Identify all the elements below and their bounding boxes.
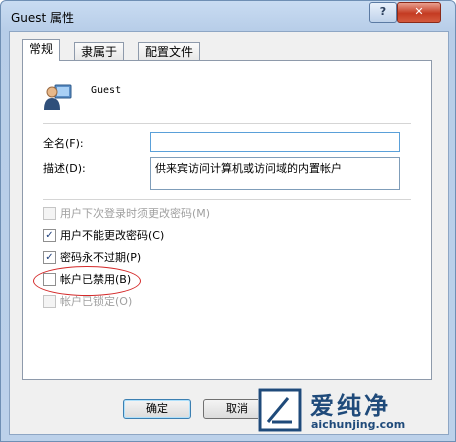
help-button[interactable]: ? — [369, 2, 397, 23]
separator — [43, 123, 411, 124]
checkbox[interactable] — [43, 206, 56, 220]
option-cannot-change-password[interactable]: ✓ 用户不能更改密码(C) — [43, 228, 164, 244]
option-account-locked[interactable]: 帐户已锁定(O) — [43, 294, 132, 310]
brand-name: 爱纯净 — [310, 392, 391, 420]
dialog-body: 常规 隶属于 配置文件 Guest 全名(F): 描述(D): 供来宾访问计算机… — [9, 31, 449, 435]
ok-button[interactable]: 确定 — [123, 399, 191, 419]
highlight-ellipse — [33, 266, 141, 296]
tab-member-of[interactable]: 隶属于 — [74, 42, 125, 61]
close-button[interactable]: ✕ — [397, 2, 441, 23]
checkbox[interactable] — [43, 294, 56, 308]
separator — [43, 199, 411, 200]
description-input[interactable]: 供来宾访问计算机或访问域的内置帐户 — [150, 157, 400, 190]
brand-url: aichunjing.com — [311, 418, 406, 431]
description-label: 描述(D): — [43, 162, 86, 175]
account-username: Guest — [91, 85, 122, 96]
option-label: 帐户已锁定(O) — [60, 295, 133, 308]
site-watermark: 爱纯净 aichunjing.com — [258, 388, 452, 438]
checkbox-checked[interactable]: ✓ — [43, 250, 56, 264]
brand-logo-icon — [258, 388, 302, 432]
properties-dialog: Guest 属性 ? ✕ 常规 隶属于 配置文件 Guest 全名(F): 描述… — [0, 0, 456, 442]
option-label: 用户不能更改密码(C) — [60, 229, 165, 242]
window-title: Guest 属性 — [11, 11, 75, 25]
fullname-input[interactable] — [150, 132, 400, 152]
fullname-label: 全名(F): — [43, 137, 84, 150]
option-must-change-password[interactable]: 用户下次登录时须更改密码(M) — [43, 206, 210, 222]
checkbox-checked[interactable]: ✓ — [43, 228, 56, 242]
user-account-icon — [44, 84, 72, 110]
general-tab-panel: Guest 全名(F): 描述(D): 供来宾访问计算机或访问域的内置帐户 用户… — [22, 60, 432, 380]
option-label: 用户下次登录时须更改密码(M) — [60, 207, 211, 220]
title-bar[interactable]: Guest 属性 ? ✕ — [1, 1, 455, 31]
option-label: 密码永不过期(P) — [60, 251, 142, 264]
tab-general[interactable]: 常规 — [22, 39, 61, 61]
option-password-never-expires[interactable]: ✓ 密码永不过期(P) — [43, 250, 141, 266]
tab-profile[interactable]: 配置文件 — [138, 42, 201, 61]
